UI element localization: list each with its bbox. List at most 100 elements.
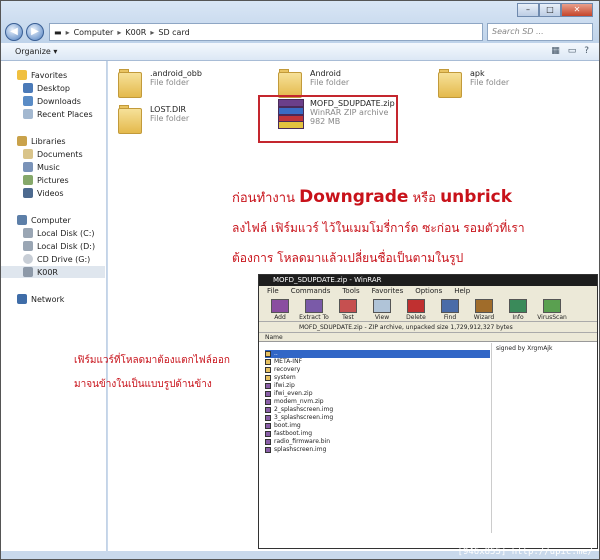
winrar-menu-item[interactable]: Options xyxy=(415,286,442,296)
videos-icon xyxy=(23,188,33,198)
folder-icon xyxy=(118,69,144,99)
winrar-screenshot: MOFD_SDUPDATE.zip - WinRAR File Commands… xyxy=(258,274,598,549)
winrar-add-button[interactable]: Add xyxy=(265,299,295,321)
pictures-icon xyxy=(23,175,33,185)
organize-button[interactable]: Organize ▾ xyxy=(15,47,57,56)
list-item[interactable]: ifwi_even.zip xyxy=(265,390,490,398)
annotation-line-2: ลงไฟล์ เฟิร์มแวร์ ไว้ในเมมโมรี่การ์ด ซะก… xyxy=(232,221,525,235)
navigation-pane: Favorites Desktop Downloads Recent Place… xyxy=(1,61,107,551)
image-footer: [946x855] http://upic.me/ xyxy=(457,547,593,557)
winrar-menu-item[interactable]: File xyxy=(267,286,279,296)
annotation-line-1: ก่อนทำงาน Downgrade หรือ unbrick xyxy=(232,187,513,207)
search-input[interactable]: Search SD ... xyxy=(487,23,593,41)
computer-icon xyxy=(17,215,27,225)
explorer-window: – □ ✕ ◀ ▶ ▬ ▸ Computer ▸ K00R ▸ SD card … xyxy=(0,0,600,560)
winrar-menu-item[interactable]: Favorites xyxy=(372,286,404,296)
drive-icon xyxy=(23,228,33,238)
documents-icon xyxy=(23,149,33,159)
winrar-title: MOFD_SDUPDATE.zip - WinRAR xyxy=(259,275,597,286)
window-controls: – □ ✕ xyxy=(517,3,593,17)
folder-item[interactable]: .android_obb File folder xyxy=(118,69,202,99)
preview-pane-icon[interactable]: ▭ xyxy=(568,46,577,56)
winrar-archive-icon xyxy=(278,99,304,129)
winrar-toolbar: Add Extract To Test View Delete Find Wiz… xyxy=(259,296,597,322)
nav-libraries[interactable]: Libraries xyxy=(17,135,66,147)
annotation-line-3: ต้องการ โหลดมาแล้วเปลี่ยนชื่อเป็นตามในรู… xyxy=(232,251,464,265)
nav-documents[interactable]: Documents xyxy=(23,148,83,160)
nav-local-disk-c[interactable]: Local Disk (C:) xyxy=(23,227,95,239)
list-item[interactable]: fastboot.img xyxy=(265,430,490,438)
list-item[interactable]: recovery xyxy=(265,366,490,374)
cd-drive-icon xyxy=(23,254,33,264)
title-bar: – □ ✕ ◀ ▶ ▬ ▸ Computer ▸ K00R ▸ SD card … xyxy=(1,1,599,43)
list-item[interactable]: .. xyxy=(265,350,490,358)
breadcrumb-k00r[interactable]: K00R xyxy=(125,28,146,37)
winrar-delete-button[interactable]: Delete xyxy=(401,299,431,321)
winrar-find-button[interactable]: Find xyxy=(435,299,465,321)
list-item[interactable]: META-INF xyxy=(265,358,490,366)
winrar-menu-item[interactable]: Commands xyxy=(291,286,331,296)
nav-favorites[interactable]: Favorites xyxy=(17,69,67,81)
nav-desktop[interactable]: Desktop xyxy=(23,82,70,94)
breadcrumb-sd-card[interactable]: SD card xyxy=(158,28,189,37)
folder-item[interactable]: LOST.DIR File folder xyxy=(118,105,189,135)
nav-cd-drive-g[interactable]: CD Drive (G:) xyxy=(23,253,90,265)
winrar-menu: File Commands Tools Favorites Options He… xyxy=(259,286,597,296)
breadcrumb-computer[interactable]: Computer xyxy=(74,28,114,37)
nav-recent-places[interactable]: Recent Places xyxy=(23,108,93,120)
nav-pictures[interactable]: Pictures xyxy=(23,174,69,186)
winrar-comment-pane: signed by XrgmAjk xyxy=(491,343,591,533)
address-bar[interactable]: ▬ ▸ Computer ▸ K00R ▸ SD card xyxy=(49,23,483,41)
maximize-button[interactable]: □ xyxy=(539,3,561,17)
folder-icon xyxy=(438,69,464,99)
list-item[interactable]: splashscreen.img xyxy=(265,446,490,454)
winrar-virusscan-button[interactable]: VirusScan xyxy=(537,299,567,321)
device-icon xyxy=(23,267,33,277)
toolbar: Organize ▾ ▦ ▭ ? xyxy=(1,43,599,61)
winrar-wizard-button[interactable]: Wizard xyxy=(469,299,499,321)
music-icon xyxy=(23,162,33,172)
nav-k00r[interactable]: K00R xyxy=(1,266,105,278)
list-item[interactable]: ifwi.zip xyxy=(265,382,490,390)
nav-network[interactable]: Network xyxy=(17,293,64,305)
nav-computer[interactable]: Computer xyxy=(17,214,71,226)
winrar-menu-item[interactable]: Tools xyxy=(342,286,359,296)
nav-downloads[interactable]: Downloads xyxy=(23,95,81,107)
list-item[interactable]: boot.img xyxy=(265,422,490,430)
winrar-test-button[interactable]: Test xyxy=(333,299,363,321)
nav-music[interactable]: Music xyxy=(23,161,60,173)
list-item[interactable]: system xyxy=(265,374,490,382)
downloads-icon xyxy=(23,96,33,106)
list-item[interactable]: 3_splashscreen.img xyxy=(265,414,490,422)
annotation-side-2: มาจนข้างในเป็นแบบรูปด้านข้าง xyxy=(74,379,212,390)
list-item[interactable]: modem_nvm.zip xyxy=(265,398,490,406)
network-icon xyxy=(17,294,27,304)
annotation-side-1: เฟิร์มแวร์ที่โหลดมาต้องแตกไฟล์ออก xyxy=(74,355,230,366)
libraries-icon xyxy=(17,136,27,146)
winrar-view-button[interactable]: View xyxy=(367,299,397,321)
close-button[interactable]: ✕ xyxy=(561,3,593,17)
folder-item[interactable]: apk File folder xyxy=(438,69,509,99)
view-options-icon[interactable]: ▦ xyxy=(551,46,560,56)
star-icon xyxy=(17,70,27,80)
help-icon[interactable]: ? xyxy=(584,46,589,56)
computer-icon: ▬ xyxy=(54,27,62,37)
winrar-menu-item[interactable]: Help xyxy=(454,286,470,296)
nav-local-disk-d[interactable]: Local Disk (D:) xyxy=(23,240,95,252)
desktop-icon xyxy=(23,83,33,93)
list-item[interactable]: 2_splashscreen.img xyxy=(265,406,490,414)
winrar-column-name[interactable]: Name xyxy=(259,333,597,342)
minimize-button[interactable]: – xyxy=(517,3,539,17)
back-button[interactable]: ◀ xyxy=(5,23,23,41)
winrar-extract-button[interactable]: Extract To xyxy=(299,299,329,321)
folder-icon xyxy=(118,105,144,135)
forward-button[interactable]: ▶ xyxy=(26,23,44,41)
recent-places-icon xyxy=(23,109,33,119)
archive-item[interactable]: MOFD_SDUPDATE.zip WinRAR ZIP archive 982 M… xyxy=(278,99,395,129)
winrar-info-button[interactable]: Info xyxy=(503,299,533,321)
winrar-file-list: .. META-INF recovery system ifwi.zip ifw… xyxy=(265,350,490,454)
winrar-path-bar: MOFD_SDUPDATE.zip - ZIP archive, unpacke… xyxy=(259,322,597,333)
nav-videos[interactable]: Videos xyxy=(23,187,64,199)
drive-icon xyxy=(23,241,33,251)
list-item[interactable]: radio_firmware.bin xyxy=(265,438,490,446)
